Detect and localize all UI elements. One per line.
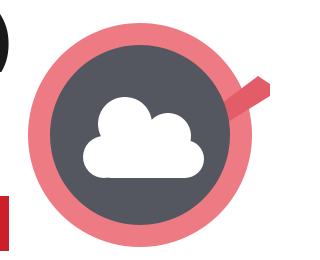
cloud-logo — [28, 23, 270, 247]
screenshot-crop: ) — [0, 0, 270, 260]
red-edge-block — [0, 196, 9, 251]
clipped-text-glyph: ) — [0, 4, 12, 72]
